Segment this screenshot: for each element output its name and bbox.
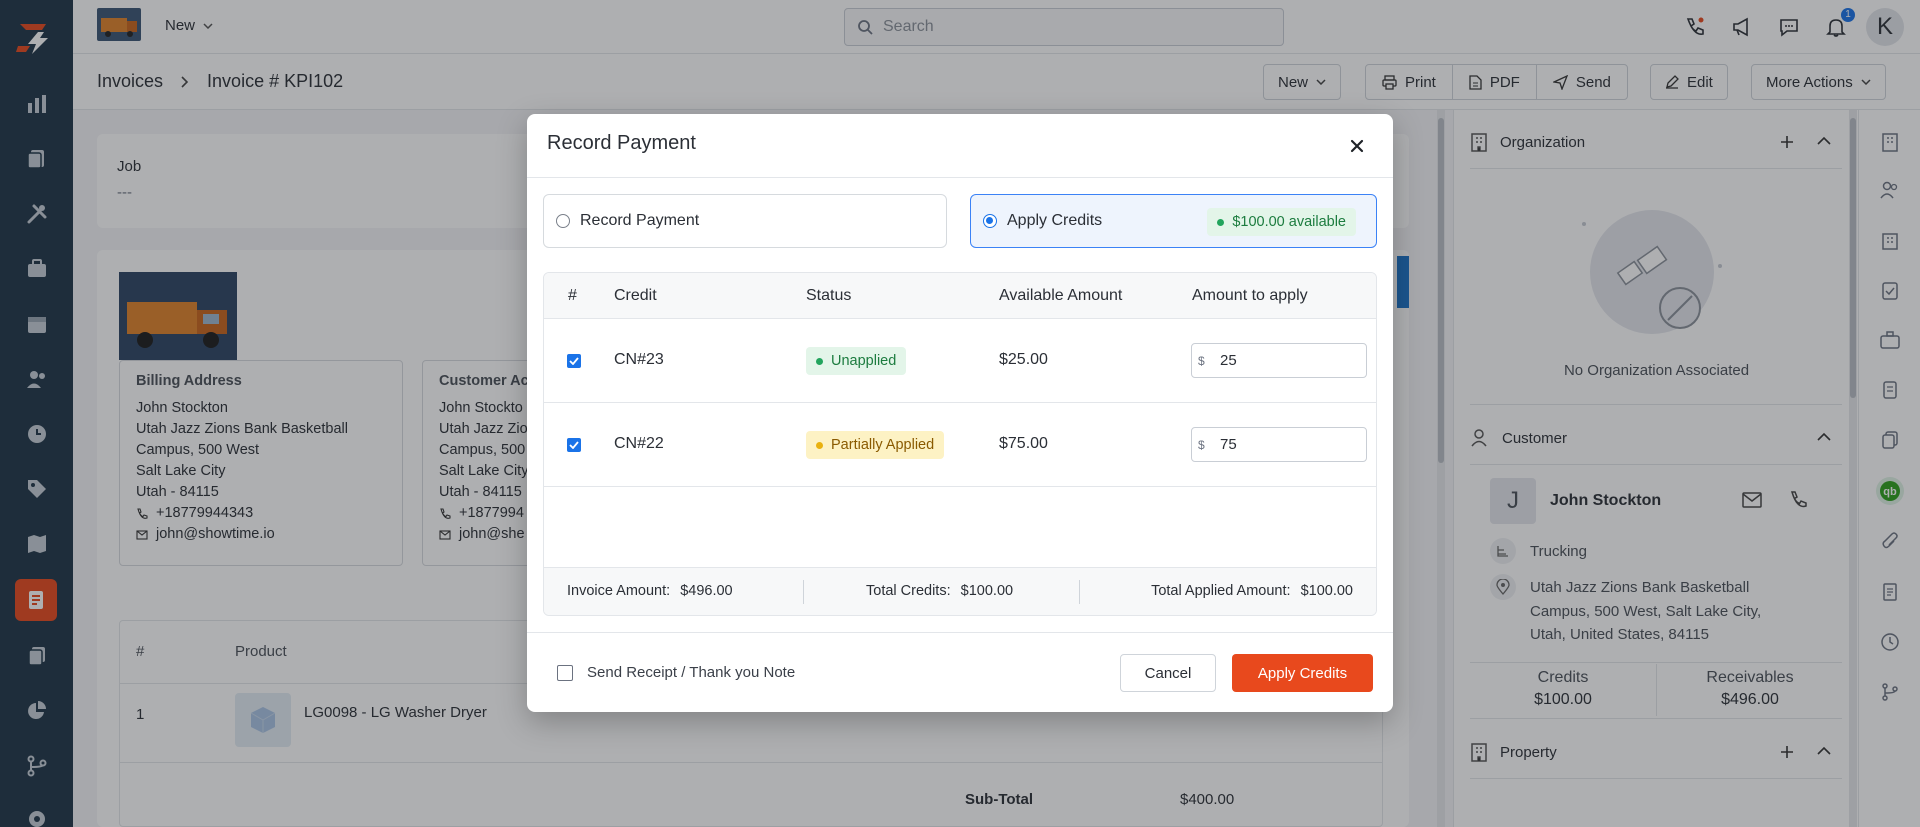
col-credit: Credit (614, 287, 657, 304)
credits-table-header: # Credit Status Available Amount Amount … (544, 273, 1376, 319)
radio-apply-credits[interactable] (983, 214, 997, 228)
credit-number: CN#23 (614, 351, 664, 368)
amount-to-apply-input[interactable] (1216, 352, 1356, 369)
option-apply-credits[interactable]: Apply Credits $100.00 available (970, 194, 1377, 248)
status-text: Unapplied (831, 353, 897, 369)
check-icon (569, 357, 579, 365)
col-amount-to-apply: Amount to apply (1192, 287, 1308, 304)
option-record-payment[interactable]: Record Payment (543, 194, 947, 248)
total-credits: Total Credits: $100.00 (866, 583, 1013, 599)
send-receipt-label[interactable]: Send Receipt / Thank you Note (587, 664, 795, 681)
col-status: Status (806, 287, 852, 304)
currency-symbol: $ (1198, 437, 1205, 452)
credits-available-text: $100.00 available (1232, 214, 1346, 230)
table-row: CN#22 Partially Applied $75.00 $ (544, 403, 1376, 487)
invoice-amount: Invoice Amount: $496.00 (567, 583, 733, 599)
send-receipt-checkbox[interactable] (557, 665, 573, 681)
apply-credits-button[interactable]: Apply Credits (1232, 654, 1373, 692)
total-credits-label: Total Credits: (866, 583, 951, 599)
total-applied: Total Applied Amount: $100.00 (1151, 583, 1353, 599)
available-amount: $75.00 (999, 435, 1048, 452)
cancel-button[interactable]: Cancel (1120, 654, 1216, 692)
status-badge: Partially Applied (806, 431, 945, 459)
invoice-amount-value: $496.00 (680, 583, 733, 599)
total-credits-value: $100.00 (960, 583, 1014, 599)
status-dot-icon (816, 357, 823, 365)
col-available: Available Amount (999, 287, 1123, 304)
status-text: Partially Applied (831, 437, 935, 453)
record-payment-modal: Record Payment Record Payment Apply Cred… (527, 114, 1393, 712)
amount-to-apply-field: $ (1191, 343, 1367, 378)
radio-record-payment[interactable] (556, 214, 570, 228)
credits-summary-bar: Invoice Amount: $496.00 Total Credits: $… (544, 567, 1376, 615)
available-amount: $25.00 (999, 351, 1048, 368)
invoice-amount-label: Invoice Amount: (567, 583, 671, 599)
row-checkbox[interactable] (567, 438, 581, 452)
credits-table: # Credit Status Available Amount Amount … (543, 272, 1377, 616)
credit-number: CN#22 (614, 435, 664, 452)
available-dot-icon (1217, 218, 1225, 226)
close-icon[interactable] (1345, 134, 1369, 158)
total-applied-value: $100.00 (1300, 583, 1353, 599)
amount-to-apply-input[interactable] (1216, 436, 1356, 453)
total-applied-label: Total Applied Amount: (1151, 583, 1291, 599)
currency-symbol: $ (1198, 353, 1205, 368)
row-checkbox[interactable] (567, 354, 581, 368)
option-record-payment-label: Record Payment (580, 212, 700, 229)
status-badge: Unapplied (806, 347, 907, 375)
check-icon (569, 441, 579, 449)
status-dot-icon (816, 441, 823, 449)
amount-to-apply-field: $ (1191, 427, 1367, 462)
option-apply-credits-label: Apply Credits (1007, 212, 1103, 229)
table-row: CN#23 Unapplied $25.00 $ (544, 319, 1376, 403)
col-num: # (568, 287, 577, 304)
credits-available-badge: $100.00 available (1207, 208, 1356, 236)
modal-title: Record Payment (547, 132, 696, 154)
